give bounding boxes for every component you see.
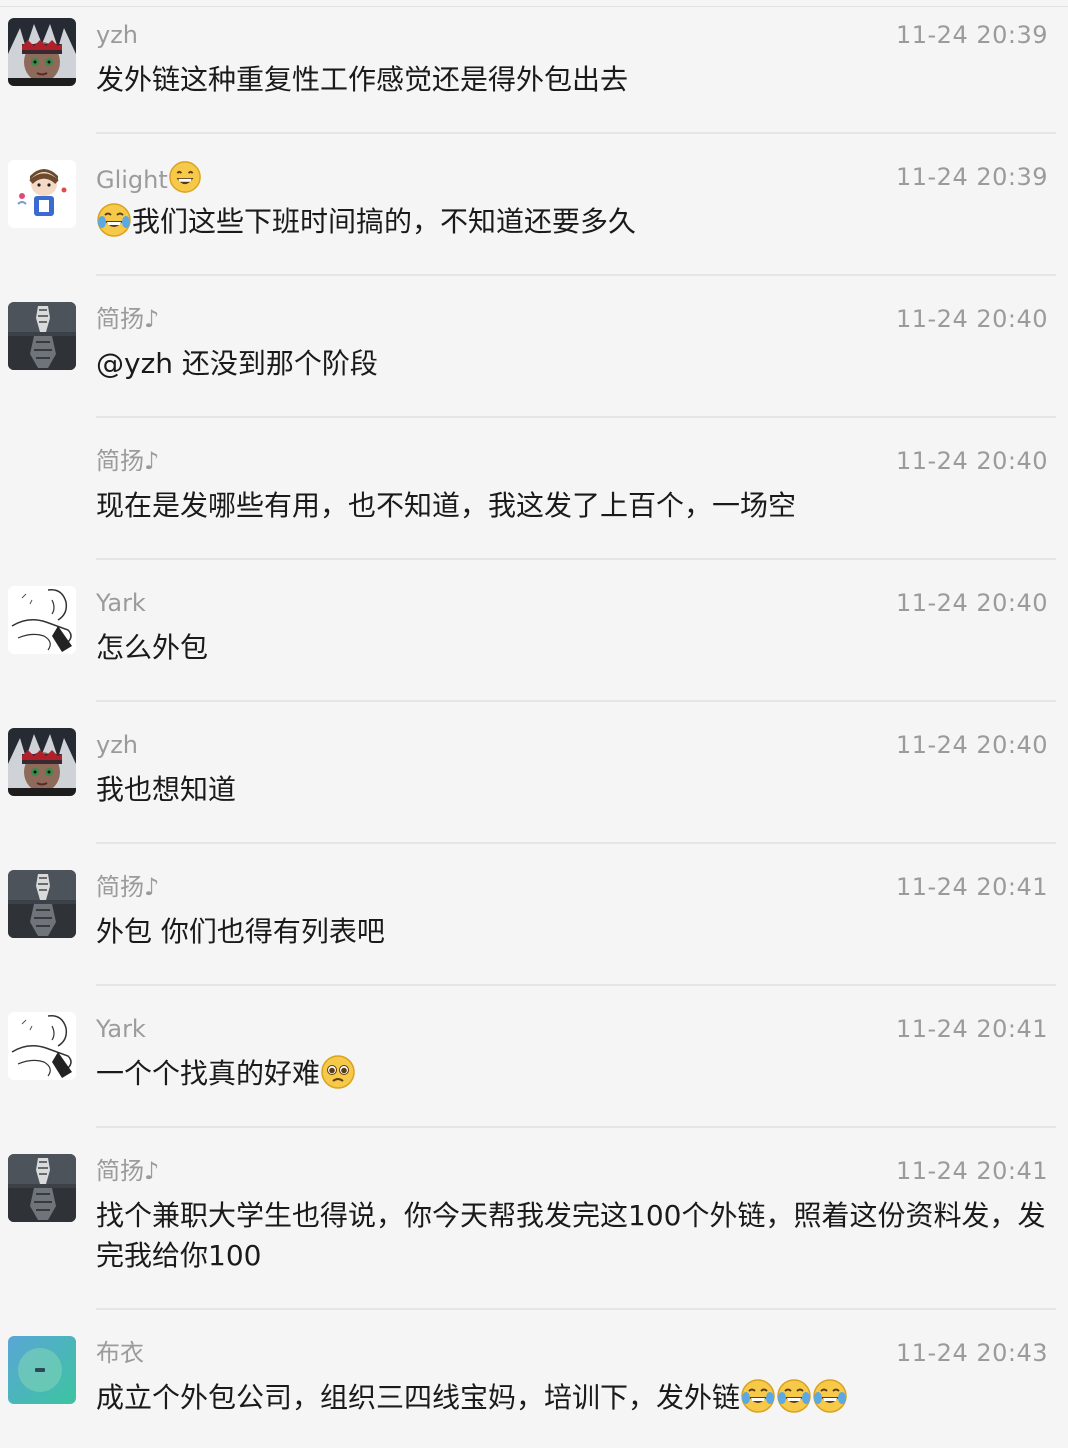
- avatar[interactable]: [8, 1154, 76, 1222]
- grin-emoji-icon: [168, 161, 201, 193]
- message-timestamp: 11-24 20:40: [895, 305, 1048, 333]
- message-text: @yzh 还没到那个阶段: [96, 347, 378, 380]
- avatar[interactable]: [8, 302, 76, 370]
- message-divider: [96, 1308, 1056, 1310]
- message-divider: [96, 416, 1056, 418]
- joy-emoji-icon: [777, 1379, 811, 1413]
- message-timestamp: 11-24 20:40: [895, 589, 1048, 617]
- sender-name: 布衣: [96, 1339, 144, 1367]
- message-divider: [96, 558, 1056, 560]
- message-text-content: 我们这些下班时间搞的，不知道还要多久: [132, 205, 637, 238]
- joy-emoji-icon: [741, 1379, 775, 1413]
- message-text: 一个个找真的好难: [96, 1054, 1048, 1094]
- message-text-content: 成立个外包公司，组织三四线宝妈，培训下，发外链: [96, 1381, 741, 1414]
- top-divider: [0, 6, 1068, 7]
- message-timestamp: 11-24 20:40: [895, 731, 1048, 759]
- message-divider: [96, 700, 1056, 702]
- message-divider: [96, 984, 1056, 986]
- message-text: 现在是发哪些有用，也不知道，我这发了上百个，一场空: [96, 489, 797, 522]
- message-timestamp: 11-24 20:39: [895, 21, 1048, 49]
- message-text: 成立个外包公司，组织三四线宝妈，培训下，发外链: [96, 1378, 1048, 1418]
- joy-emoji-icon: [97, 203, 131, 237]
- sender-name: Glight: [96, 160, 202, 194]
- message-timestamp: 11-24 20:41: [895, 1015, 1048, 1043]
- message-divider: [96, 842, 1056, 844]
- message-timestamp: 11-24 20:43: [895, 1339, 1048, 1367]
- message-divider: [96, 132, 1056, 134]
- message-text: 怎么外包: [96, 631, 209, 664]
- sender-name: 简扬♪: [96, 1157, 160, 1185]
- sender-name: yzh: [96, 731, 139, 759]
- message-text: 找个兼职大学生也得说，你今天帮我发完这100个外链，照着这份资料发，发完我给你1…: [96, 1199, 1046, 1272]
- sender-name: 简扬♪: [96, 305, 160, 333]
- sender-name: yzh: [96, 21, 139, 49]
- sender-name: 简扬♪: [96, 873, 160, 901]
- avatar[interactable]: [8, 870, 76, 938]
- avatar[interactable]: [8, 1336, 76, 1404]
- avatar[interactable]: [8, 18, 76, 86]
- message-timestamp: 11-24 20:41: [895, 873, 1048, 901]
- message-text: 外包 你们也得有列表吧: [96, 915, 385, 948]
- avatar[interactable]: [8, 728, 76, 796]
- sender-name-text: Glight: [96, 166, 168, 194]
- message-text: 我也想知道: [96, 773, 237, 806]
- message-text: 发外链这种重复性工作感觉还是得外包出去: [96, 63, 629, 96]
- message-text: 我们这些下班时间搞的，不知道还要多久: [96, 202, 1048, 242]
- message-timestamp: 11-24 20:40: [895, 447, 1048, 475]
- joy-emoji-icon: [813, 1379, 847, 1413]
- pleading-emoji-icon: [321, 1055, 355, 1089]
- message-divider: [96, 274, 1056, 276]
- message-timestamp: 11-24 20:41: [895, 1157, 1048, 1185]
- message-divider: [96, 1126, 1056, 1128]
- avatar[interactable]: [8, 160, 76, 228]
- sender-name: Yark: [96, 1015, 146, 1043]
- sender-name: Yark: [96, 589, 146, 617]
- message-timestamp: 11-24 20:39: [895, 163, 1048, 191]
- avatar[interactable]: [8, 1012, 76, 1080]
- message-text-content: 一个个找真的好难: [96, 1057, 321, 1090]
- sender-name: 简扬♪: [96, 447, 160, 475]
- avatar[interactable]: [8, 586, 76, 654]
